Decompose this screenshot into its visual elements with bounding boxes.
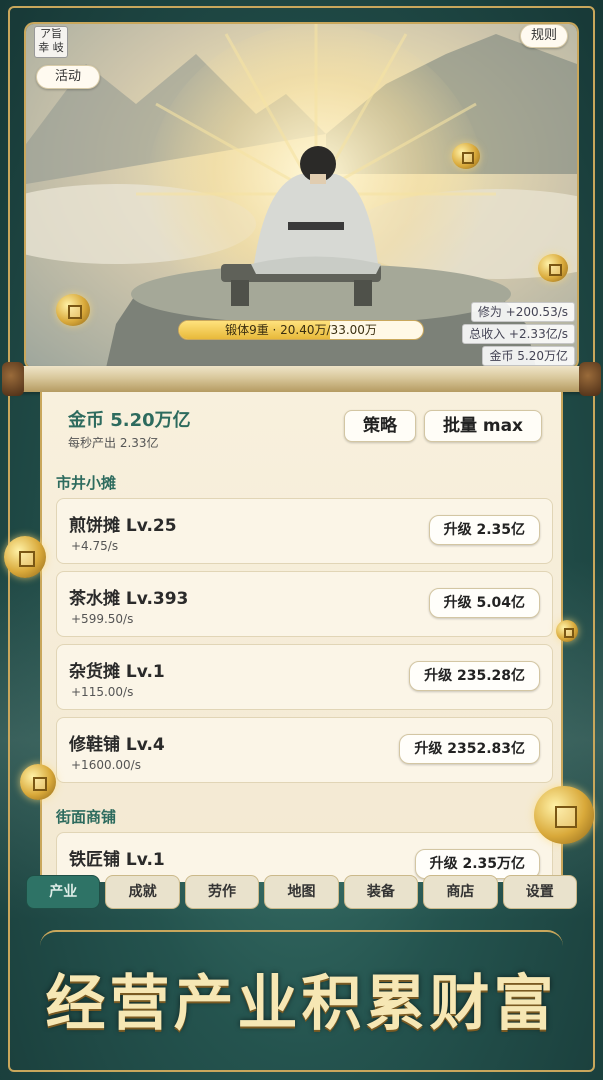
tab-label: 地图 <box>287 884 316 900</box>
tab-label: 设置 <box>525 884 554 900</box>
list-item[interactable]: 修鞋铺 Lv.4 +1600.00/s 升级 2352.83亿 <box>56 717 553 783</box>
item-name: 铁匠铺 Lv.1 <box>69 850 165 870</box>
coin-icon <box>20 764 56 800</box>
upgrade-button[interactable]: 升级 2.35亿 <box>428 515 540 545</box>
section-label-street-shops: 街面商铺 <box>56 808 117 826</box>
game-logo: ア旨幸 岐 <box>34 26 68 58</box>
promo-slogan: 经营产业积累财富 <box>45 969 558 1039</box>
scroll-rod-top <box>2 362 601 396</box>
tab-label: 产业 <box>49 884 78 900</box>
item-rate: +115.00/s <box>71 685 134 699</box>
total-income-text: 总收入 +2.33亿/s <box>469 327 568 341</box>
item-name: 茶水摊 Lv.393 <box>69 589 189 609</box>
coin-icon <box>534 786 594 844</box>
tab-industry[interactable]: 产业 <box>26 875 101 909</box>
activity-button[interactable]: 活动 <box>36 65 100 89</box>
rules-button[interactable]: 规则 <box>520 24 568 48</box>
cultivation-rate: 修为 +200.53/s <box>470 302 575 322</box>
rules-label: 规则 <box>530 28 557 43</box>
section-label-street-stalls: 市井小摊 <box>56 474 117 492</box>
coin-icon <box>452 143 480 169</box>
tab-shop[interactable]: 商店 <box>423 875 498 909</box>
tab-label: 装备 <box>366 884 395 900</box>
batch-button[interactable]: 批量 max <box>424 410 542 442</box>
tab-settings[interactable]: 设置 <box>502 875 577 909</box>
item-name: 煎饼摊 Lv.25 <box>69 516 177 536</box>
tab-label: 劳作 <box>208 884 237 900</box>
logo-text: ア旨幸 岐 <box>38 27 64 54</box>
coin-icon <box>56 294 90 326</box>
upgrade-button[interactable]: 升级 235.28亿 <box>409 661 540 691</box>
upgrade-button[interactable]: 升级 5.04亿 <box>428 588 540 618</box>
tab-labor[interactable]: 劳作 <box>184 875 260 909</box>
item-rate: +4.75/s <box>71 539 119 553</box>
progress-label: 锻体9重 · 20.40万/33.00万 <box>225 323 377 337</box>
list-item[interactable]: 杂货摊 Lv.1 +115.00/s 升级 235.28亿 <box>56 644 553 710</box>
item-name: 杂货摊 Lv.1 <box>69 662 165 682</box>
industry-panel[interactable]: 金币 5.20万亿 每秒产出 2.33亿 策略 批量 max 市井小摊 煎饼摊 … <box>40 392 563 882</box>
tab-label: 商店 <box>446 884 475 900</box>
list-item[interactable]: 煎饼摊 Lv.25 +4.75/s 升级 2.35亿 <box>56 498 553 564</box>
item-name: 修鞋铺 Lv.4 <box>69 735 165 755</box>
coins-title: 金币 5.20万亿 <box>68 410 191 431</box>
tab-achievements[interactable]: 成就 <box>105 875 180 909</box>
item-rate: +599.50/s <box>71 612 134 626</box>
realm-progress-bar: 锻体9重 · 20.40万/33.00万 <box>178 320 424 340</box>
list-item[interactable]: 茶水摊 Lv.393 +599.50/s 升级 5.04亿 <box>56 571 553 637</box>
gold-total: 金币 5.20万亿 <box>482 346 575 366</box>
coins-per-second: 每秒产出 2.33亿 <box>68 436 159 450</box>
strategy-button[interactable]: 策略 <box>344 410 416 442</box>
coin-icon <box>4 536 46 578</box>
coin-icon <box>538 254 568 282</box>
gold-total-text: 金币 5.20万亿 <box>489 349 568 363</box>
upgrade-button[interactable]: 升级 2352.83亿 <box>399 734 540 764</box>
tab-map[interactable]: 地图 <box>264 875 339 909</box>
tab-label: 成就 <box>128 884 157 900</box>
bottom-nav: 产业 成就 劳作 地图 装备 商店 设置 <box>26 872 577 912</box>
gold-ornament <box>40 930 563 946</box>
item-rate: +1600.00/s <box>71 758 141 772</box>
total-income: 总收入 +2.33亿/s <box>462 324 575 344</box>
cultivation-rate-text: 修为 +200.53/s <box>477 305 568 319</box>
tab-equipment[interactable]: 装备 <box>343 875 419 909</box>
strategy-label: 策略 <box>363 416 397 436</box>
activity-label: 活动 <box>54 69 81 84</box>
coin-icon <box>556 620 578 642</box>
batch-label: 批量 max <box>442 416 524 436</box>
